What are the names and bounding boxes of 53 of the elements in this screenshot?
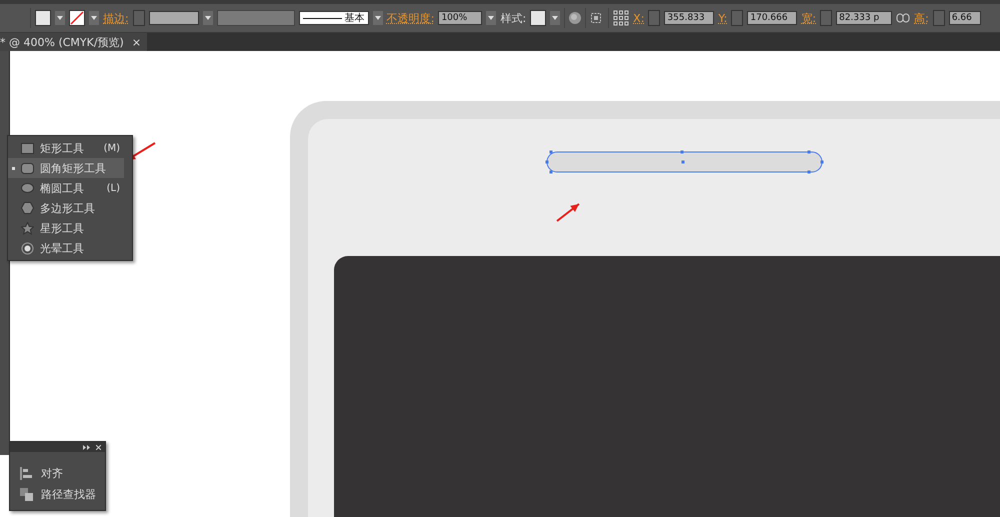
caret-icon	[552, 16, 558, 20]
ellipse-icon	[21, 183, 34, 193]
link-icon[interactable]	[896, 13, 910, 23]
hexagon-icon	[21, 202, 34, 214]
stroke-swatch[interactable]	[69, 10, 85, 26]
width-field[interactable]: 82.333 p	[836, 11, 892, 25]
style-label: 样式:	[500, 10, 526, 26]
dropdown-button[interactable]	[202, 11, 213, 25]
align-left-icon	[20, 467, 33, 480]
collapse-icon[interactable]	[83, 444, 90, 450]
dropdown-button[interactable]	[89, 11, 99, 25]
dropdown-button[interactable]	[372, 11, 383, 25]
caret-icon	[374, 16, 381, 20]
width-label: 宽:	[801, 10, 816, 26]
menu-item[interactable]: 圆角矩形工具	[8, 158, 124, 178]
globe-icon[interactable]	[569, 12, 582, 24]
dropdown-button[interactable]	[486, 11, 496, 25]
fill-swatch[interactable]	[35, 10, 51, 26]
variable-width-field[interactable]	[216, 10, 295, 26]
y-label: Y:	[718, 12, 728, 24]
panel-item[interactable]: 路径查找器	[20, 487, 105, 502]
stroke-style-field[interactable]: 基本	[298, 11, 369, 25]
menu-item[interactable]: 星形工具	[8, 218, 124, 238]
x-field[interactable]: 355.833	[664, 11, 714, 25]
overlapping-squares-icon	[20, 488, 33, 501]
stroke-weight-field[interactable]	[148, 11, 199, 25]
close-icon[interactable]	[96, 444, 101, 450]
flare-icon	[21, 242, 34, 254]
x-label: X:	[633, 12, 644, 24]
style-swatch[interactable]	[530, 10, 546, 26]
stroke-label: 描边:	[103, 10, 129, 26]
menu-item[interactable]: 多边形工具	[8, 198, 124, 218]
menu-item[interactable]: 光晕工具	[8, 238, 124, 258]
rounded-rectangle-icon	[21, 162, 34, 174]
close-tab-button[interactable]: ×	[132, 36, 142, 48]
height-field[interactable]: 6.66	[948, 11, 981, 25]
opacity-field[interactable]: 100%	[438, 11, 482, 25]
document-tab[interactable]: * @ 400% (CMYK/预览) ×	[0, 33, 148, 51]
caret-icon	[204, 16, 211, 20]
panel-item[interactable]: 对齐	[20, 466, 105, 481]
opacity-label: 不透明度:	[386, 10, 434, 26]
caret-icon	[488, 16, 494, 20]
height-label: 高:	[914, 10, 929, 26]
reference-point-icon[interactable]	[613, 10, 630, 26]
rectangle-icon	[21, 142, 34, 154]
dropdown-button[interactable]	[550, 11, 560, 25]
star-icon	[21, 222, 34, 234]
caret-icon	[57, 16, 63, 20]
menu-item[interactable]: 椭圆工具 (L)	[8, 178, 124, 198]
menu-item[interactable]: 矩形工具 (M)	[8, 138, 124, 158]
dropdown-button[interactable]	[55, 11, 65, 25]
caret-icon	[91, 16, 97, 20]
y-field[interactable]: 170.666	[747, 11, 798, 25]
